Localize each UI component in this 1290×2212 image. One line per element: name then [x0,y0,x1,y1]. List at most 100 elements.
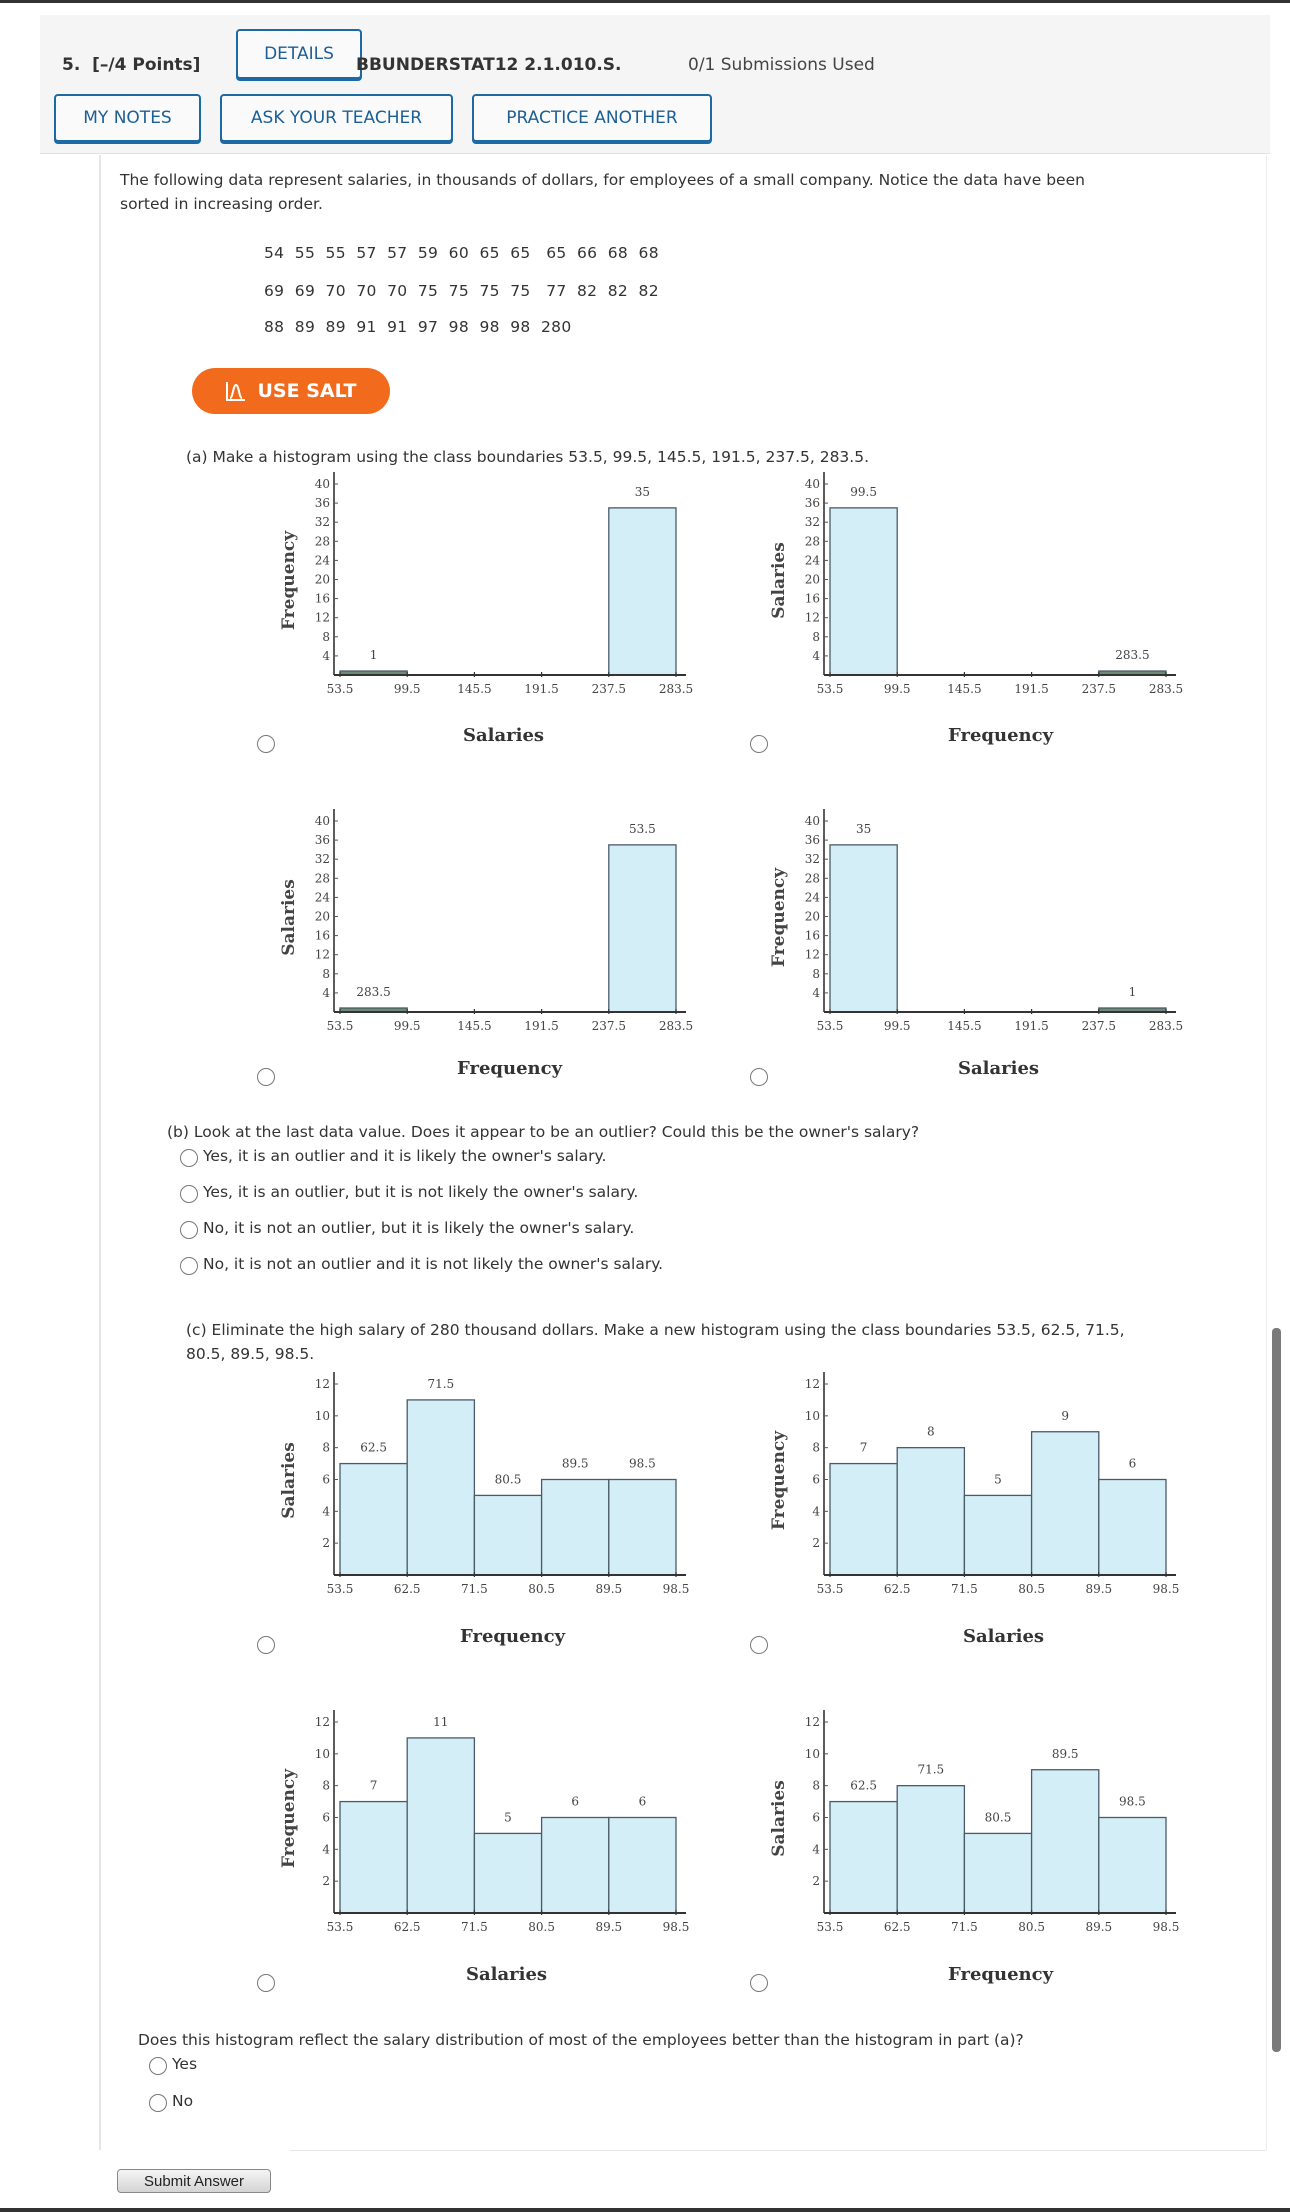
x-tick-label: 53.5 [817,682,844,696]
radio-histogram-a4[interactable] [750,1068,768,1086]
x-tick-label: 53.5 [817,1582,844,1596]
y-tick-label: 24 [805,553,821,567]
x-tick-label: 89.5 [1085,1920,1112,1934]
y-tick-label: 12 [805,611,820,625]
y-tick-label: 12 [315,1377,330,1391]
bar-data-label: 7 [370,1779,378,1793]
chart-c3-xlabel: Salaries [466,1964,548,1985]
x-tick-label: 53.5 [327,1019,354,1033]
y-tick-label: 24 [805,890,821,904]
histogram-bar [406,1737,476,1914]
bar-data-label: 283.5 [1115,648,1149,662]
y-tick-label: 28 [315,534,330,548]
x-tick-label: 99.5 [394,682,421,696]
x-tick-label: 89.5 [595,1920,622,1934]
histogram-option-c4: Salaries 62.5 71.5 80.5 89.5 98.5 2 4 6 8 10 12 53.5… [740,1708,1180,1952]
x-tick-label: 80.5 [528,1582,555,1596]
y-tick-label: 40 [315,477,330,491]
histogram-bar [473,1494,543,1576]
bar-data-label: 71.5 [917,1763,944,1777]
part-c-followup-prompt: Does this histogram reflect the salary d… [138,2031,1024,2049]
x-tick-label: 98.5 [663,1582,690,1596]
y-axis-label: Frequency [769,1430,789,1530]
y-tick-label: 6 [812,1811,820,1825]
x-tick-label: 237.5 [1082,1019,1116,1033]
radio-histogram-c1[interactable] [257,1636,275,1654]
bar-data-label: 98.5 [629,1457,656,1471]
y-tick-label: 40 [805,814,820,828]
radio-histogram-a2[interactable] [750,735,768,753]
ask-your-teacher-button[interactable]: ASK YOUR TEACHER [220,94,453,142]
y-tick-label: 16 [805,929,820,943]
x-tick-label: 191.5 [1014,1019,1048,1033]
radio-part-b-option-1[interactable] [180,1149,198,1167]
histogram-bar [829,844,898,1013]
x-tick-label: 237.5 [592,682,626,696]
use-salt-button[interactable]: USE SALT [192,368,390,414]
bar-data-label: 98.5 [1119,1795,1146,1809]
y-tick-label: 36 [315,833,330,847]
radio-followup-no[interactable] [149,2094,167,2112]
submit-answer-button[interactable]: Submit Answer [117,2169,271,2193]
histogram-svg-c1: Salaries 62.5 71.5 80.5 89.5 98.5 2 4 6 8 10 12 53.5… [279,1372,690,1596]
x-tick-label: 80.5 [1018,1920,1045,1934]
radio-histogram-c2[interactable] [750,1636,768,1654]
radio-histogram-c3[interactable] [257,1974,275,1992]
part-b-option-4-label: No, it is not an outlier and it is not l… [203,1255,664,1273]
y-tick-label: 8 [812,630,820,644]
y-tick-label: 16 [315,592,330,606]
x-tick-label: 145.5 [457,1019,491,1033]
radio-part-b-option-3[interactable] [180,1221,198,1239]
my-notes-button[interactable]: MY NOTES [54,94,201,142]
details-button[interactable]: DETAILS [236,29,362,79]
x-tick-label: 283.5 [1149,682,1183,696]
y-tick-label: 20 [315,573,330,587]
histogram-bar [1030,1769,1100,1914]
bar-data-label: 5 [994,1472,1002,1486]
bar-data-label: 11 [433,1715,448,1729]
histogram-bar [829,1462,898,1576]
histogram-option-a4: Frequency 35 1 4 8 12 16 20 24 28 32 36 40 53.5 99.5 14… [740,807,1183,1051]
y-tick-label: 32 [805,852,820,866]
y-tick-label: 36 [805,496,820,510]
y-tick-label: 12 [315,611,330,625]
practice-another-button[interactable]: PRACTICE ANOTHER [472,94,712,142]
y-tick-label: 24 [315,553,331,567]
histogram-bar [963,1494,1033,1576]
y-tick-label: 10 [805,1409,820,1423]
y-tick-label: 10 [315,1409,330,1423]
histogram-bar [829,1800,898,1914]
histogram-bar [339,1800,408,1914]
y-tick-label: 36 [315,496,330,510]
part-b-prompt: (b) Look at the last data value. Does it… [167,1123,920,1141]
x-tick-label: 98.5 [1153,1920,1180,1934]
x-tick-label: 53.5 [817,1920,844,1934]
histogram-bar [963,1832,1033,1914]
bar-data-label: 6 [639,1795,647,1809]
radio-followup-yes[interactable] [149,2057,167,2075]
scrollbar-thumb[interactable] [1272,1328,1281,2052]
histogram-bar [608,1816,677,1914]
radio-histogram-a3[interactable] [257,1068,275,1086]
radio-histogram-c4[interactable] [750,1974,768,1992]
content-right-border [1266,155,1267,2150]
y-tick-label: 24 [315,890,331,904]
radio-part-b-option-2[interactable] [180,1185,198,1203]
radio-histogram-a1[interactable] [257,735,275,753]
bar-data-label: 6 [571,1795,579,1809]
content-left-border [99,155,101,2150]
x-tick-label: 99.5 [884,1019,911,1033]
points-label: [–/4 Points] [92,55,201,75]
x-tick-label: 145.5 [457,682,491,696]
bar-data-label: 71.5 [427,1377,454,1391]
y-tick-label: 28 [805,871,820,885]
y-tick-label: 8 [812,967,820,981]
radio-part-b-option-4[interactable] [180,1257,198,1275]
x-tick-label: 237.5 [1082,682,1116,696]
histogram-bar [540,1816,610,1914]
use-salt-label: USE SALT [257,380,357,402]
histogram-svg-c2: Frequency 7 8 5 9 6 2 4 6 8 10 12 53.5 62.5 71.5 80.5 89… [769,1372,1179,1596]
y-tick-label: 4 [322,649,330,663]
chart-a3-xlabel: Frequency [457,1058,563,1079]
histogram-bar [1098,1816,1167,1914]
